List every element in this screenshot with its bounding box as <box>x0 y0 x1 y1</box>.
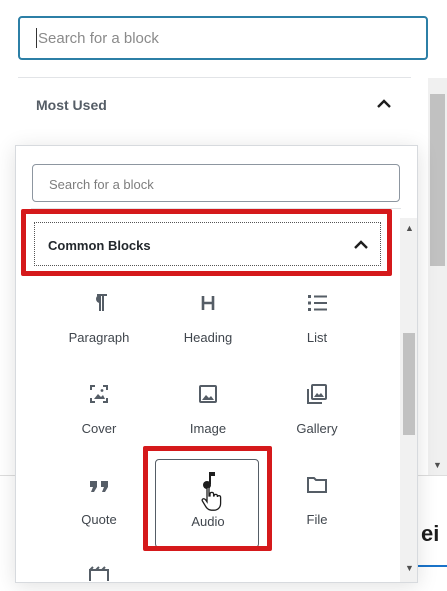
block-quote[interactable]: Quote <box>46 464 150 548</box>
block-label: Image <box>189 421 227 436</box>
popover-scrollbar-thumb[interactable] <box>403 333 415 435</box>
block-heading[interactable]: Heading <box>155 282 259 366</box>
block-image[interactable]: Image <box>155 373 259 457</box>
most-used-panel-title[interactable]: Most Used <box>36 97 107 113</box>
chevron-up-icon[interactable] <box>376 97 392 111</box>
gallery-icon <box>307 384 327 404</box>
block-video[interactable] <box>46 555 150 582</box>
block-label: List <box>306 330 328 345</box>
cover-icon <box>90 385 108 403</box>
outer-search-input[interactable]: Search for a block <box>18 16 428 60</box>
outer-scrollbar-thumb[interactable] <box>430 94 445 266</box>
paragraph-icon <box>96 294 107 311</box>
scroll-up-arrow-icon[interactable]: ▲ <box>405 223 414 233</box>
scroll-down-arrow-icon[interactable]: ▼ <box>433 460 442 470</box>
block-list[interactable]: List <box>264 282 368 366</box>
block-audio[interactable]: Audio <box>155 459 259 548</box>
block-label: Cover <box>81 421 117 436</box>
video-icon <box>89 566 109 581</box>
block-label: Gallery <box>296 421 338 436</box>
popover-search-placeholder: Search for a block <box>49 177 154 192</box>
block-label: Paragraph <box>68 330 130 345</box>
block-label: Heading <box>183 330 233 345</box>
divider <box>18 77 411 78</box>
focus-underline <box>418 565 447 567</box>
block-paragraph[interactable]: Paragraph <box>46 282 150 366</box>
file-icon <box>307 477 327 493</box>
popover-search-input[interactable]: Search for a block <box>32 164 400 202</box>
block-label: Quote <box>81 512 117 527</box>
block-cover[interactable]: Cover <box>46 373 150 457</box>
scroll-down-arrow-icon[interactable]: ▼ <box>405 563 414 573</box>
block-file[interactable]: File <box>264 464 368 548</box>
outer-search-placeholder: Search for a block <box>38 30 159 47</box>
truncated-heading-text: ei <box>421 521 440 546</box>
quote-icon <box>90 481 108 492</box>
text-caret <box>36 28 37 48</box>
block-gallery[interactable]: Gallery <box>264 373 368 457</box>
list-icon <box>308 295 327 311</box>
hand-pointer-icon <box>201 485 222 511</box>
block-label: Audio <box>191 514 225 529</box>
heading-icon <box>201 296 215 310</box>
common-blocks-panel-toggle[interactable]: Common Blocks <box>34 222 381 266</box>
block-label: File <box>306 512 328 527</box>
image-icon <box>199 385 217 403</box>
block-inserter-popover: Search for a block Common Blocks ▲ ▼ Par… <box>15 145 418 583</box>
chevron-up-icon <box>354 240 368 249</box>
common-blocks-panel-title: Common Blocks <box>48 238 151 253</box>
divider <box>31 208 401 209</box>
